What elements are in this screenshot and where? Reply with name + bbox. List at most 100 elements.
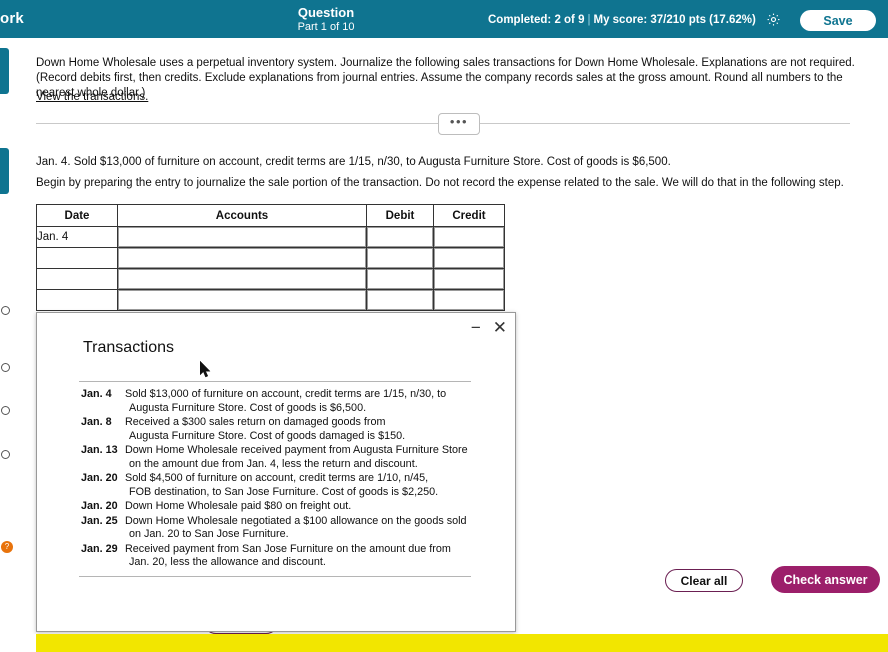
column-header-debit: Debit [366, 204, 434, 227]
dialog-title: Transactions [83, 339, 174, 356]
transaction-line1: Down Home Wholesale received payment fro… [125, 444, 468, 456]
cell-debit[interactable] [366, 289, 434, 311]
transaction-line1: Received payment from San Jose Furniture… [125, 542, 451, 555]
help-badge-icon[interactable]: ? [1, 541, 13, 553]
debit-input[interactable] [367, 269, 433, 289]
cell-credit[interactable] [433, 268, 505, 290]
step-instruction: Begin by preparing the entry to journali… [36, 177, 844, 189]
cell-credit[interactable] [433, 289, 505, 311]
credit-input[interactable] [434, 290, 504, 310]
cell-date [36, 247, 118, 269]
column-header-accounts: Accounts [117, 204, 367, 227]
transaction-text: Down Home Wholesale negotiated a $100 al… [125, 515, 471, 542]
dialog-controls: − ✕ [471, 319, 507, 336]
transaction-text: Down Home Wholesale received payment fro… [125, 444, 471, 471]
transaction-date: Jan. 20 [81, 472, 118, 484]
left-rail: ? [0, 38, 13, 634]
minimize-icon[interactable]: − [471, 319, 481, 336]
completed-count: Completed: 2 of 9 [488, 14, 585, 26]
question-header: Question Part 1 of 10 [246, 5, 406, 34]
transaction-line1: Sold $4,500 of furniture on account, cre… [125, 472, 429, 484]
transaction-line1: Sold $13,000 of furniture on account, cr… [125, 388, 447, 400]
cell-credit[interactable] [433, 247, 505, 269]
transaction-line1: Received a $300 sales return on damaged … [125, 416, 386, 428]
check-answer-button[interactable]: Check answer [771, 566, 880, 593]
table-header-row: Date Accounts Debit Credit [36, 204, 505, 227]
bottom-strip [0, 634, 888, 652]
cell-debit[interactable] [366, 268, 434, 290]
transaction-line2: Augusta Furniture Store. Cost of goods d… [129, 429, 406, 442]
view-transactions-link[interactable]: View the transactions. [36, 91, 148, 103]
table-row: Jan. 4 [36, 226, 505, 248]
transaction-date: Jan. 20 [81, 500, 118, 512]
credit-input[interactable] [434, 227, 504, 247]
cell-accounts[interactable] [117, 226, 367, 248]
question-part-label: Part 1 of 10 [297, 21, 355, 33]
transaction-text: Sold $13,000 of furniture on account, cr… [125, 388, 471, 415]
problem-prompt: Down Home Wholesale uses a perpetual inv… [36, 57, 855, 99]
list-item: Jan. 13 Down Home Wholesale received pay… [79, 444, 471, 471]
journal-entry-table: Date Accounts Debit Credit Jan. 4 [36, 204, 505, 311]
rail-dot-1[interactable] [1, 306, 10, 315]
debit-input[interactable] [367, 290, 433, 310]
list-item: Jan. 20 Sold $4,500 of furniture on acco… [79, 472, 471, 499]
bottom-strip-left-gap [0, 634, 36, 652]
transaction-text: Down Home Wholesale paid $80 on freight … [125, 500, 471, 514]
transaction-line2: on Jan. 20 to San Jose Furniture. [129, 528, 289, 540]
transaction-date: Jan. 8 [81, 416, 112, 428]
transaction-line2: on the amount due from Jan. 4, less the … [129, 457, 418, 470]
question-statement: Jan. 4. Sold $13,000 of furniture on acc… [36, 156, 671, 168]
cell-accounts[interactable] [117, 268, 367, 290]
column-header-date: Date [36, 204, 118, 227]
accounts-input[interactable] [118, 290, 366, 310]
cell-credit[interactable] [433, 226, 505, 248]
mouse-cursor-icon [199, 360, 211, 378]
cell-accounts[interactable] [117, 247, 367, 269]
table-row [36, 268, 505, 290]
transaction-date: Jan. 29 [81, 542, 118, 555]
cell-debit[interactable] [366, 247, 434, 269]
app-window: ork Question Part 1 of 10 Completed: 2 o… [0, 0, 888, 652]
column-header-credit: Credit [433, 204, 505, 227]
question-title: Question [297, 5, 355, 20]
transaction-date: Jan. 4 [81, 388, 112, 400]
rail-dot-2[interactable] [1, 363, 10, 372]
credit-input[interactable] [434, 269, 504, 289]
transaction-text: Sold $4,500 of furniture on account, cre… [125, 472, 471, 499]
transaction-line2: FOB destination, to San Jose Furniture. … [129, 485, 439, 498]
progress-status: Completed: 2 of 9 | My score: 37/210 pts (… [488, 14, 756, 26]
list-item: Jan. 20 Down Home Wholesale paid $80 on … [79, 500, 471, 514]
rail-dot-4[interactable] [1, 450, 10, 459]
debit-input[interactable] [367, 248, 433, 268]
list-item: Jan. 29 Received payment from San Jose F… [79, 543, 471, 570]
clear-all-button[interactable]: Clear all [665, 569, 743, 592]
gear-icon[interactable] [766, 12, 781, 27]
more-options-icon[interactable]: ••• [438, 113, 480, 135]
close-icon[interactable]: ✕ [493, 319, 507, 336]
cell-date [36, 289, 118, 311]
transaction-list: Jan. 4 Sold $13,000 of furniture on acco… [79, 381, 471, 577]
transaction-line2: Augusta Furniture Store. Cost of goods i… [129, 401, 367, 414]
save-button[interactable]: Save [800, 10, 876, 31]
transaction-text: Received payment from San Jose Furniture… [125, 543, 471, 570]
transaction-line1: Down Home Wholesale negotiated a $100 al… [125, 514, 467, 527]
list-item: Jan. 25 Down Home Wholesale negotiated a… [79, 515, 471, 542]
accounts-input[interactable] [118, 269, 366, 289]
rail-dot-3[interactable] [1, 406, 10, 415]
cell-debit[interactable] [366, 226, 434, 248]
workspace-label: ork [0, 10, 24, 27]
transaction-line1: Down Home Wholesale paid $80 on freight … [125, 500, 352, 512]
transaction-text: Received a $300 sales return on damaged … [125, 416, 471, 443]
score-text: My score: 37/210 pts (17.62%) [593, 14, 756, 26]
rail-tab-top[interactable] [0, 48, 9, 94]
cell-accounts[interactable] [117, 289, 367, 311]
list-item: Jan. 4 Sold $13,000 of furniture on acco… [79, 388, 471, 415]
transactions-dialog: − ✕ Transactions Jan. 4 Sold $13,000 of … [36, 312, 516, 632]
accounts-input[interactable] [118, 227, 366, 247]
accounts-input[interactable] [118, 248, 366, 268]
debit-input[interactable] [367, 227, 433, 247]
table-row [36, 289, 505, 311]
rail-tab-second[interactable] [0, 148, 9, 194]
credit-input[interactable] [434, 248, 504, 268]
top-bar: ork Question Part 1 of 10 Completed: 2 o… [0, 0, 888, 38]
